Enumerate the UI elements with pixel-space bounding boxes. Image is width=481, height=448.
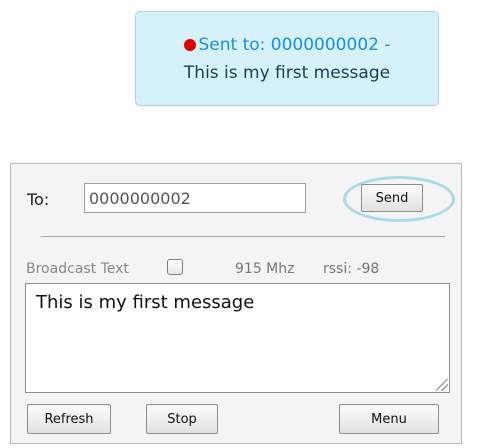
resize-grip-icon[interactable] [436, 379, 448, 391]
stop-button[interactable]: Stop [146, 404, 218, 434]
broadcast-checkbox[interactable] [167, 259, 183, 275]
broadcast-text-label: Broadcast Text [26, 261, 129, 277]
status-dot-icon [183, 39, 196, 51]
sent-message-text: This is my first message [183, 63, 391, 83]
rssi-readout: rssi: -98 [323, 261, 380, 277]
sent-message-bubble: Sent to: 0000000002 - This is my first m… [135, 11, 439, 106]
message-textarea[interactable]: This is my first message [25, 283, 450, 393]
frequency-readout: 915 Mhz [235, 261, 295, 277]
message-composer-panel: To: Send Broadcast Text 915 Mhz rssi: -9… [10, 163, 462, 444]
to-label: To: [27, 190, 50, 209]
send-button[interactable]: Send [361, 184, 423, 212]
sent-status-line: Sent to: 0000000002 - [136, 31, 438, 59]
menu-button[interactable]: Menu [339, 404, 439, 434]
recipient-input[interactable] [84, 183, 306, 213]
divider [41, 236, 445, 237]
refresh-button[interactable]: Refresh [27, 404, 111, 434]
sent-to-text: Sent to: 0000000002 - [198, 35, 391, 55]
